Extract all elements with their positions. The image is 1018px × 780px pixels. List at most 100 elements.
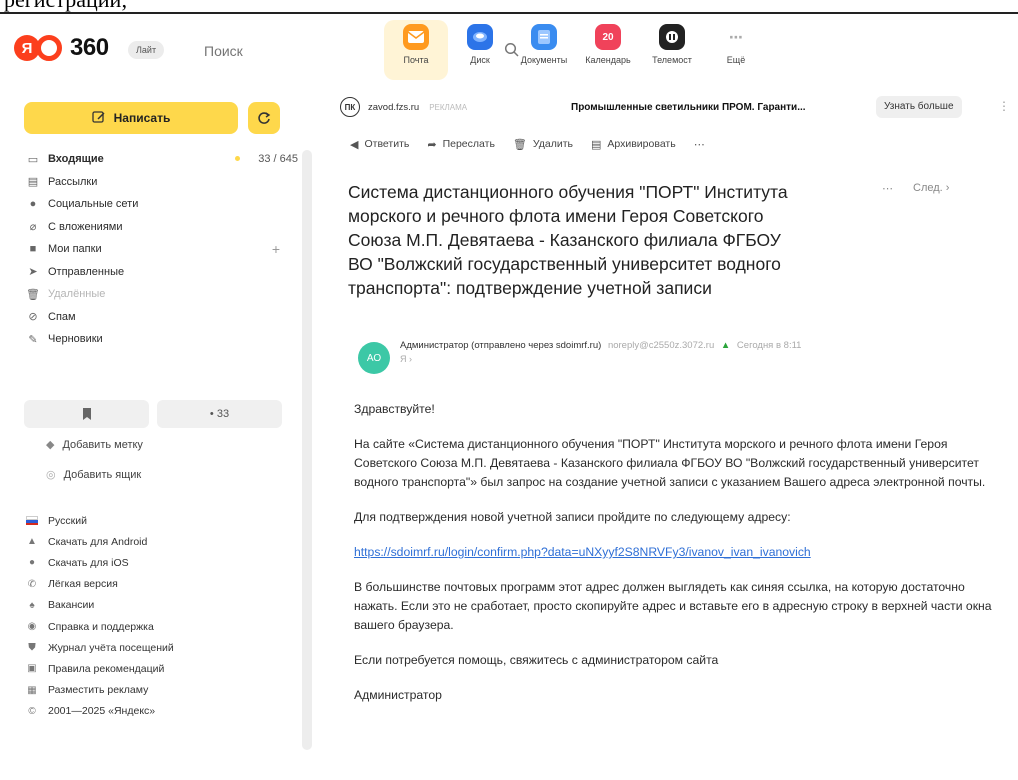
refresh-button[interactable] (248, 102, 280, 134)
delete-label: Удалить (532, 138, 573, 150)
footer-label: Русский (48, 514, 87, 527)
quick-filters: • 33 (24, 400, 282, 428)
plan-badge[interactable]: Лайт (128, 41, 165, 59)
app-header: Я 360 Лайт Почта Диск Документы (0, 14, 1018, 82)
disk-icon (467, 24, 493, 50)
footer-label: Журнал учёта посещений (48, 641, 174, 654)
search-input[interactable] (186, 43, 296, 59)
folder-label: Удалённые (48, 288, 106, 301)
app-calendar[interactable]: 20 Календарь (576, 20, 640, 80)
app-disk[interactable]: Диск (448, 20, 512, 80)
body-paragraph: Для подтверждения новой учетной записи п… (354, 510, 791, 524)
app-telemost[interactable]: Телемост (640, 20, 704, 80)
next-message-button[interactable]: След. › (913, 182, 949, 195)
app-docs[interactable]: Документы (512, 20, 576, 80)
recipient: Я (400, 354, 407, 364)
compose-button[interactable]: Написать (24, 102, 238, 134)
reply-icon: ◀ (350, 138, 359, 151)
message-menu-icon[interactable]: ⋯ (882, 182, 893, 195)
add-mailbox-link[interactable]: ◎ Добавить ящик (46, 468, 142, 482)
pencil-icon (91, 111, 105, 123)
signature: Администратор (354, 688, 442, 702)
sent-icon: ➤ (28, 266, 38, 279)
ad-banner[interactable]: ПК zavod.fzs.ru РЕКЛАМА Промышленные све… (328, 92, 1018, 122)
folder-trash[interactable]: 🗑︎ Удалённые (26, 283, 298, 306)
sidebar-scrollbar[interactable] (302, 150, 312, 750)
lite-version-link[interactable]: ✆ Лёгкая версия (26, 574, 298, 595)
calendar-day: 20 (602, 31, 614, 43)
folder-newsletters[interactable]: ▤ Рассылки (26, 171, 298, 194)
footer-label: Лёгкая версия (48, 578, 118, 591)
archive-icon: ▤ (590, 138, 602, 151)
avatar[interactable]: АО (358, 342, 390, 374)
search-box[interactable] (186, 36, 519, 66)
ios-link[interactable]: ● Скачать для iOS (26, 552, 298, 573)
unread-dot (235, 156, 240, 161)
folder-social[interactable]: ● Социальные сети (26, 193, 298, 216)
folder-drafts[interactable]: ✎ Черновики (26, 328, 298, 351)
ads-link[interactable]: ▦ Разместить рекламу (26, 680, 298, 701)
more-icon: ⋯ (693, 138, 705, 151)
footer-label: Разместить рекламу (48, 684, 149, 697)
telemost-icon (659, 24, 685, 50)
unread-filter-button[interactable]: • 33 (157, 400, 282, 428)
folder-label: Входящие (48, 153, 104, 166)
add-label-link[interactable]: ◆ Добавить метку (46, 438, 143, 452)
folder-spam[interactable]: ⊘ Спам (26, 306, 298, 329)
chevron-right-icon: › (945, 182, 950, 194)
copyright-icon: © (28, 705, 36, 717)
archive-button[interactable]: ▤ Архивировать (591, 138, 676, 151)
360-ring-icon (36, 35, 62, 61)
reply-button[interactable]: ◀ Ответить (350, 138, 409, 151)
help-link[interactable]: ◉ Справка и поддержка (26, 616, 298, 637)
sender-name[interactable]: Администратор (отправлено через sdoimrf.… (400, 340, 601, 351)
rules-icon: ▣ (27, 663, 37, 675)
refresh-icon (258, 112, 271, 124)
app-mail[interactable]: Почта (384, 20, 448, 80)
confirm-link[interactable]: https://sdoimrf.ru/login/confirm.php?dat… (354, 545, 811, 559)
add-mailbox-text: Добавить ящик (63, 468, 142, 481)
app-more[interactable]: ⋯ Ещё (704, 20, 768, 80)
forward-icon: ➦ (427, 138, 437, 151)
delete-button[interactable]: 🗑︎ Удалить (513, 138, 573, 151)
copyright-link[interactable]: © 2001—2025 «Яндекс» (26, 701, 298, 722)
sender-email[interactable]: noreply@c2550z.3072.ru (608, 340, 714, 351)
vacancies-link[interactable]: ♠ Вакансии (26, 595, 298, 616)
forward-label: Переслать (442, 138, 495, 150)
visit-log-link[interactable]: ⛊ Журнал учёта посещений (26, 637, 298, 658)
folder-attachments[interactable]: ⌀ С вложениями (26, 216, 298, 239)
sender-row: АО Администратор (отправлено через sdoim… (348, 336, 988, 376)
ad-menu-icon[interactable]: ⋮ (998, 99, 1010, 113)
inbox-count: 33 / 645 (258, 153, 298, 166)
folder-sent[interactable]: ➤ Отправленные (26, 261, 298, 284)
folder-inbox[interactable]: ▭ Входящие 33 / 645 (26, 148, 298, 171)
footer-links: Русский ▲ Скачать для Android ● Скачать … (26, 510, 298, 722)
footer-label: Справка и поддержка (48, 620, 154, 633)
ad-domain: zavod.fzs.ru (368, 101, 420, 113)
trash-icon: 🗑︎ (512, 138, 527, 151)
calendar-icon: 20 (595, 24, 621, 50)
sidebar: Написать ▭ Входящие 33 / 645 ▤ Рассылки … (14, 82, 312, 780)
folder-label: С вложениями (48, 220, 123, 233)
archive-label: Архивировать (607, 138, 676, 150)
message-pane: ПК zavod.fzs.ru РЕКЛАМА Промышленные све… (328, 82, 1018, 780)
rules-link[interactable]: ▣ Правила рекомендаций (26, 658, 298, 679)
ads-icon: ▦ (27, 684, 37, 696)
sender-line: Администратор (отправлено через sdoimrf.… (400, 340, 801, 351)
folder-my-folders[interactable]: ■ Мои папки + (26, 238, 298, 261)
app-label: Телемост (652, 55, 692, 65)
more-actions-button[interactable]: ⋯ (694, 138, 705, 151)
app-switcher: Почта Диск Документы 20 Календарь Телемо… (384, 20, 768, 80)
yandex-360-logo[interactable]: Я 360 (14, 34, 109, 62)
forward-button[interactable]: ➦ Переслать (427, 138, 495, 151)
recipient-line[interactable]: Я › (400, 354, 412, 364)
footer-label: Правила рекомендаций (48, 662, 165, 675)
bookmark-filter-button[interactable] (24, 400, 149, 428)
android-link[interactable]: ▲ Скачать для Android (26, 531, 298, 552)
help-icon: ◉ (27, 621, 37, 633)
message-date: Сегодня в 8:11 (736, 340, 802, 351)
language-link[interactable]: Русский (26, 510, 298, 531)
vacancy-icon: ♠ (29, 599, 35, 611)
ad-learn-more-button[interactable]: Узнать больше (876, 96, 962, 118)
add-folder-icon[interactable]: + (272, 241, 280, 257)
